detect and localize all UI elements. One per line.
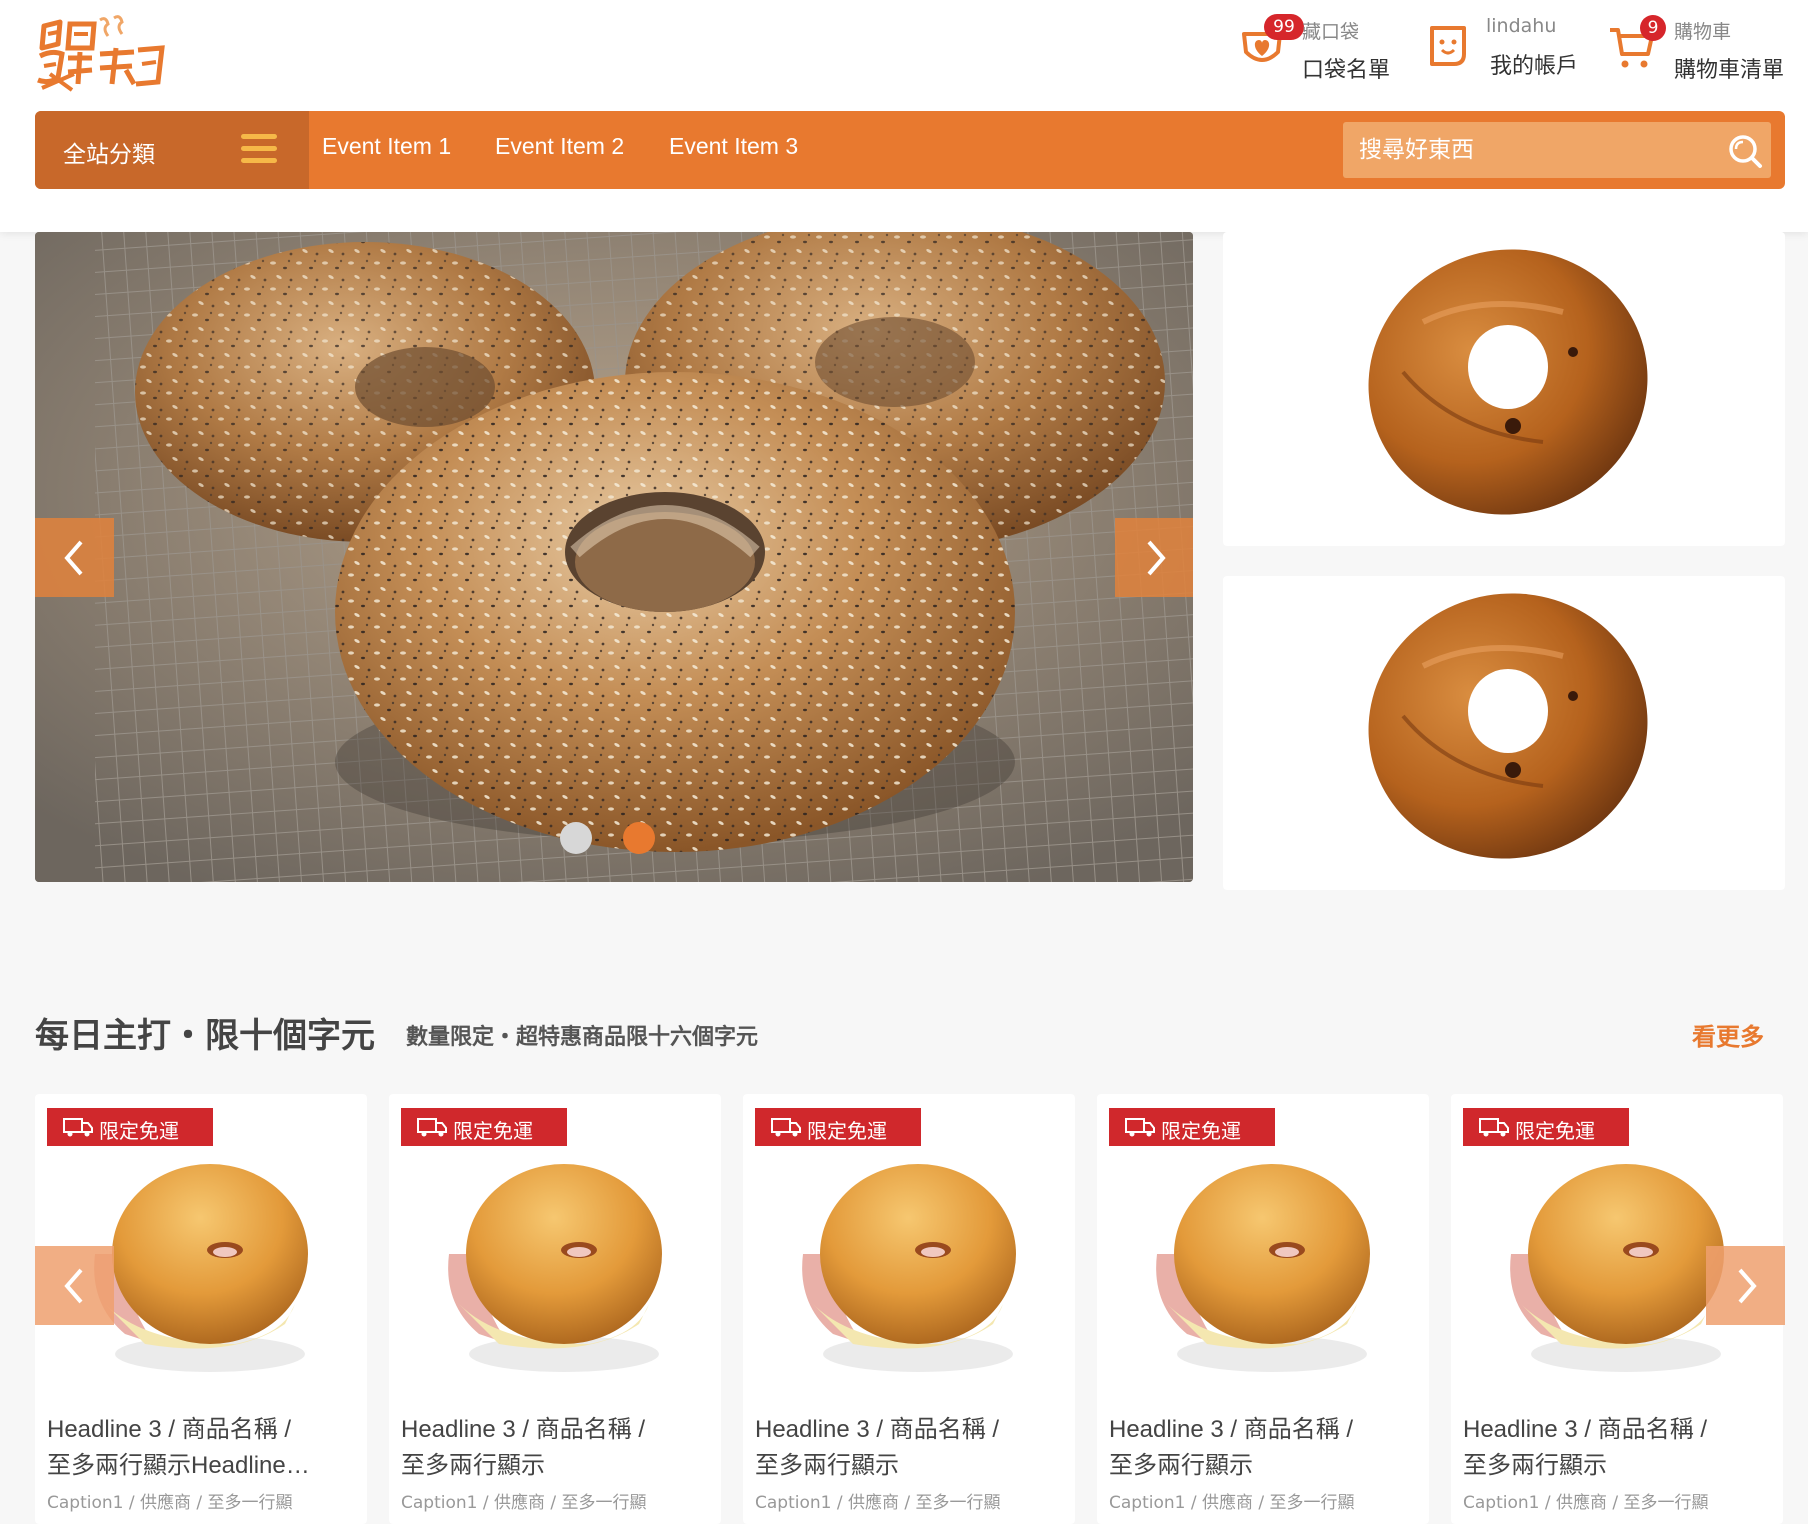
chevron-left-icon [64, 1268, 83, 1304]
search-icon[interactable] [1727, 133, 1763, 169]
account-face-icon [1430, 26, 1466, 66]
chevron-right-icon [1147, 540, 1166, 576]
pocket-big-label: 口袋名單 [1302, 58, 1391, 83]
carousel-dot-1[interactable] [560, 822, 592, 854]
free-shipping-badge: 限定免運 [401, 1108, 567, 1146]
pocket-count-badge: 99 [1264, 14, 1304, 40]
chevron-right-icon [1738, 1268, 1757, 1304]
products-next-button[interactable] [1706, 1246, 1785, 1325]
side-promo-bagel-image [1368, 593, 1648, 859]
hamburger-icon [241, 134, 277, 164]
hero-carousel [35, 232, 1193, 882]
product-caption: Caption1 / 供應商 / 至多一行顯 [47, 1493, 293, 1513]
product-card[interactable]: 限定免運 Headline 3 / 商品名稱 / 至多兩行顯示 Caption1… [389, 1094, 721, 1524]
truck-icon [1479, 1118, 1509, 1137]
account-username: lindahu [1486, 15, 1557, 37]
product-name: Headline 3 / 商品名稱 / 至多兩行顯示 [1109, 1416, 1354, 1479]
hero-bagel-image [35, 232, 1193, 882]
search-input[interactable] [1343, 122, 1703, 178]
side-promo-bagel-image [1368, 249, 1648, 515]
chevron-left-icon [64, 540, 83, 576]
free-shipping-label: 限定免運 [99, 1119, 179, 1143]
free-shipping-badge: 限定免運 [1463, 1108, 1629, 1146]
free-shipping-badge: 限定免運 [755, 1108, 921, 1146]
product-card[interactable]: 限定免運 Headline 3 / 商品名稱 / 至多兩行顯示 Caption1… [1097, 1094, 1429, 1524]
brand-logo-graphic [37, 15, 165, 92]
free-shipping-label: 限定免運 [1515, 1119, 1595, 1143]
product-image [448, 1164, 662, 1372]
free-shipping-badge: 限定免運 [1109, 1108, 1275, 1146]
product-image [1156, 1164, 1370, 1372]
daily-section-title: 每日主打・限十個字元 [35, 1016, 375, 1056]
pocket-small-label: 藏口袋 [1302, 21, 1360, 43]
product-name: Headline 3 / 商品名稱 / 至多兩行顯示 [401, 1416, 646, 1479]
cart-big-label: 購物車清單 [1674, 58, 1785, 83]
product-card[interactable]: 限定免運 Headline 3 / 商品名稱 / 至多兩行顯示 Caption1… [743, 1094, 1075, 1524]
see-more-link[interactable]: 看更多 [1692, 1017, 1764, 1052]
account-link[interactable]: lindahu 我的帳戶 [1424, 14, 1584, 84]
product-caption: Caption1 / 供應商 / 至多一行顯 [1463, 1493, 1709, 1513]
product-name: Headline 3 / 商品名稱 / 至多兩行顯示 [755, 1416, 1000, 1479]
product-image [802, 1164, 1016, 1372]
truck-icon [63, 1118, 93, 1137]
free-shipping-badge: 限定免運 [47, 1108, 213, 1146]
truck-icon [771, 1118, 801, 1137]
main-navbar: 全站分類 Event Item 1 Event Item 2 Event Ite… [35, 111, 1785, 189]
product-carousel: 限定免運 Headline 3 / 商品名稱 / 至多兩行顯示Headline…… [35, 1094, 1785, 1524]
truck-icon [417, 1118, 447, 1137]
product-caption: Caption1 / 供應商 / 至多一行顯 [755, 1493, 1001, 1513]
daily-section-subtitle: 數量限定・超特惠商品限十六個字元 [406, 1025, 759, 1050]
carousel-next-button[interactable] [1115, 518, 1193, 597]
cart-link[interactable]: 9 購物車 購物車清單 [1608, 14, 1788, 84]
product-name: Headline 3 / 商品名稱 / 至多兩行顯示 [1463, 1416, 1708, 1479]
product-caption: Caption1 / 供應商 / 至多一行顯 [401, 1493, 647, 1513]
side-promo-card-2[interactable] [1223, 576, 1785, 890]
product-caption: Caption1 / 供應商 / 至多一行顯 [1109, 1493, 1355, 1513]
free-shipping-label: 限定免運 [807, 1119, 887, 1143]
product-image [94, 1164, 308, 1372]
cart-count-badge: 9 [1640, 15, 1666, 41]
pocket-list-link[interactable]: 99 藏口袋 口袋名單 [1238, 14, 1398, 84]
product-image [1510, 1164, 1724, 1372]
truck-icon [1125, 1118, 1155, 1137]
free-shipping-label: 限定免運 [1161, 1119, 1241, 1143]
nav-event-item-2[interactable]: Event Item 2 [495, 133, 624, 160]
products-prev-button[interactable] [35, 1246, 114, 1325]
side-promo-card-1[interactable] [1223, 232, 1785, 546]
brand-logo[interactable] [34, 14, 166, 94]
cart-small-label: 購物車 [1674, 21, 1732, 43]
category-menu-label: 全站分類 [63, 142, 155, 168]
nav-event-item-1[interactable]: Event Item 1 [322, 133, 451, 160]
carousel-prev-button[interactable] [35, 518, 114, 597]
carousel-dot-2[interactable] [623, 822, 655, 854]
search-box [1343, 122, 1771, 178]
product-name: Headline 3 / 商品名稱 / 至多兩行顯示Headline… [47, 1416, 310, 1479]
account-big-label: 我的帳戶 [1490, 54, 1579, 79]
free-shipping-label: 限定免運 [453, 1119, 533, 1143]
nav-event-item-3[interactable]: Event Item 3 [669, 133, 798, 160]
category-menu-button[interactable]: 全站分類 [35, 111, 309, 189]
site-header: 99 藏口袋 口袋名單 lindahu 我的帳戶 9 購物車 購物車清單 全站分… [0, 0, 1808, 232]
